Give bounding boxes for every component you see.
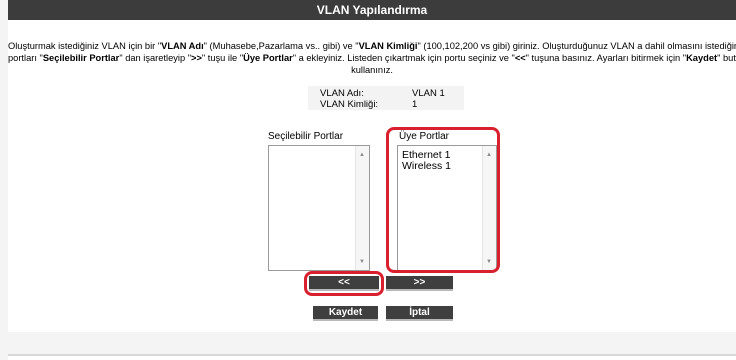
footer-divider bbox=[8, 354, 736, 356]
available-ports-label: Seçilebilir Portlar bbox=[268, 131, 344, 142]
instructions-text-segment: portları " bbox=[8, 53, 43, 63]
instructions-bold-term: VLAN Kimliği bbox=[358, 41, 418, 51]
instructions-line-2: portları "Seçilebilir Portlar" dan işare… bbox=[8, 52, 736, 64]
vlan-id-label: VLAN Kimliği: bbox=[320, 99, 379, 110]
instructions-text-segment: " butonuna bbox=[717, 53, 736, 63]
vlan-name-value: VLAN 1 bbox=[412, 88, 445, 99]
available-ports-scrollbar[interactable]: ▲ ▼ bbox=[355, 146, 369, 270]
instructions-text-segment: " tuşuna basınız. Ayarları bitirmek için… bbox=[525, 53, 687, 63]
vlan-info-box: VLAN Adı: VLAN 1 VLAN Kimliği: 1 bbox=[308, 86, 464, 110]
instructions-text-segment: " dan işaretleyip " bbox=[119, 53, 192, 63]
vlan-id-value: 1 bbox=[412, 99, 418, 110]
available-ports-list[interactable]: ▲ ▼ bbox=[268, 145, 370, 271]
instructions-text-segment: " a ekleyiniz. Listeden çıkartmak için p… bbox=[292, 53, 515, 63]
footer-area bbox=[8, 332, 736, 354]
save-button[interactable]: Kaydet bbox=[313, 306, 378, 321]
left-margin-strip bbox=[0, 0, 8, 360]
instructions-line-1: Oluşturmak istediğiniz VLAN için bir "VL… bbox=[8, 40, 736, 52]
instructions-bold-term: Seçilebilir Portlar bbox=[42, 53, 120, 63]
instructions-bold-term: << bbox=[514, 53, 526, 63]
instructions-bold-term: Üye Portlar bbox=[243, 53, 293, 63]
instructions-text-segment: " (Muhasebe,Pazarlama vs.. gibi) ve " bbox=[203, 41, 359, 51]
instructions-bold-term: >> bbox=[191, 53, 202, 63]
instructions-bold-term: VLAN Adı bbox=[161, 41, 204, 51]
add-port-button[interactable]: >> bbox=[386, 276, 453, 291]
member-ports-highlight bbox=[386, 127, 500, 273]
scroll-up-icon[interactable]: ▲ bbox=[359, 152, 365, 158]
instructions-text-segment: " (100,102,200 vs gibi) giriniz. Oluştur… bbox=[417, 41, 736, 51]
vlan-name-label: VLAN Adı: bbox=[320, 88, 364, 99]
instructions-text: Oluşturmak istediğiniz VLAN için bir "VL… bbox=[8, 40, 736, 76]
instructions-text-segment: " tuşu ile " bbox=[201, 53, 244, 63]
scroll-down-icon[interactable]: ▼ bbox=[359, 259, 365, 265]
page-title: VLAN Yapılandırma bbox=[8, 0, 736, 20]
instructions-line-3: kullanınız. bbox=[351, 65, 393, 75]
instructions-bold-term: Kaydet bbox=[686, 53, 718, 63]
cancel-button[interactable]: İptal bbox=[386, 306, 453, 321]
remove-button-highlight bbox=[304, 271, 384, 296]
instructions-text-segment: Oluşturmak istediğiniz VLAN için bir " bbox=[8, 41, 162, 51]
